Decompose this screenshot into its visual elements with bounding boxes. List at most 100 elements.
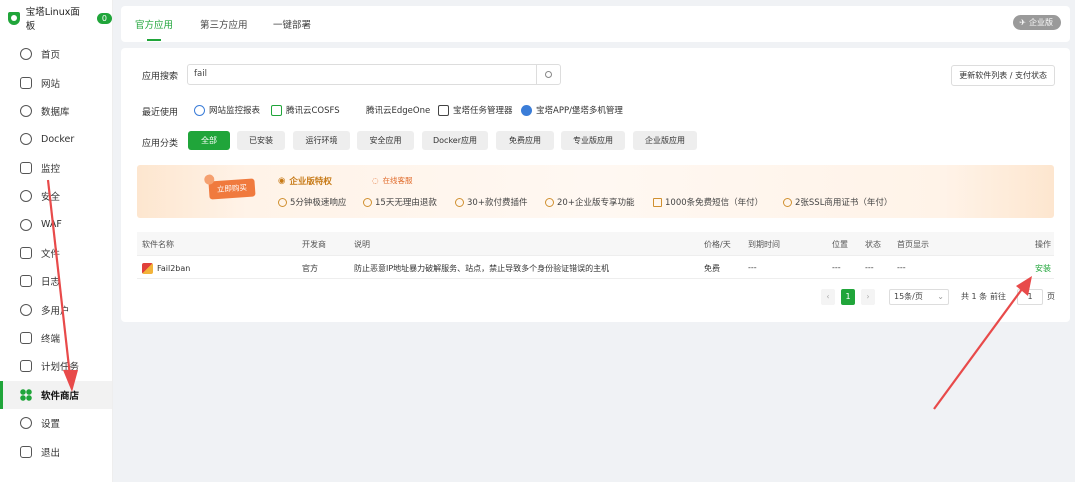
pagination: ‹ 1 › 15条/页 ⌄ 共 1 条 前往 1 页: [121, 289, 1070, 309]
edgeone-icon: [351, 105, 362, 116]
home-icon: [20, 48, 32, 61]
sidebar-item-terminal[interactable]: 终端: [0, 324, 112, 352]
next-page-button[interactable]: ›: [861, 289, 875, 305]
prev-page-button[interactable]: ‹: [821, 289, 835, 305]
chevron-down-icon: ⌄: [937, 292, 944, 301]
sidebar-item-cron[interactable]: 计划任务: [0, 352, 112, 380]
table-header: 软件名称 开发商 说明 价格/天 到期时间 位置 状态 首页显示 操作: [137, 232, 1054, 256]
folder-icon: [20, 246, 32, 259]
notification-badge[interactable]: 0: [96, 12, 112, 24]
sidebar-item-home[interactable]: 首页: [0, 40, 112, 68]
category-all[interactable]: 全部: [188, 131, 230, 150]
sidebar-item-security[interactable]: 安全: [0, 182, 112, 210]
buy-now-button[interactable]: 立即购买: [208, 178, 256, 200]
col-home-display: 首页显示: [897, 240, 929, 249]
col-name: 软件名称: [142, 240, 174, 249]
sidebar-item-waf[interactable]: WAF: [0, 210, 112, 238]
sidebar-item-app-store[interactable]: 软件商店: [0, 380, 112, 410]
current-page[interactable]: 1: [841, 289, 855, 305]
home-display-cell: ---: [897, 263, 906, 272]
update-software-list-button[interactable]: 更新软件列表 / 支付状态: [951, 65, 1055, 86]
category-security[interactable]: 安全应用: [357, 131, 414, 150]
enterprise-badge[interactable]: ✈ 企业版: [1013, 15, 1061, 30]
logout-icon: [20, 445, 32, 458]
rocket-icon: ✈: [1019, 18, 1026, 27]
sidebar-item-website[interactable]: 网站: [0, 68, 112, 96]
bt-app-icon: [521, 104, 532, 116]
description-cell: 防止恶意IP地址暴力破解服务、站点，禁止导致多个身份验证错误的主机: [354, 264, 610, 273]
site-monitor-icon: [194, 104, 205, 116]
feature-item: 15天无理由退款: [363, 196, 437, 208]
sidebar: 宝塔Linux面板 0 首页 网站 数据库 Docker 监控 安全 WAF 文…: [0, 0, 113, 482]
col-price: 价格/天: [704, 240, 731, 249]
tab-third-party-apps[interactable]: 第三方应用: [200, 17, 248, 31]
shield-icon: [20, 190, 32, 203]
ssl-icon: [783, 197, 792, 207]
app-store-icon: [20, 388, 32, 401]
app-store-panel: 应用搜索 fail 更新软件列表 / 支付状态 最近使用 网站监控报表 腾讯云C…: [121, 48, 1070, 322]
tab-one-click-deploy[interactable]: 一键部署: [273, 17, 311, 31]
recent-label: 最近使用: [142, 108, 179, 118]
page-size-select[interactable]: 15条/页 ⌄: [889, 289, 949, 305]
category-pro[interactable]: 专业版应用: [561, 131, 625, 150]
table-row: Fail2ban 官方 防止恶意IP地址暴力破解服务、站点，禁止导致多个身份验证…: [137, 257, 1054, 279]
users-icon: [20, 303, 32, 316]
banner-title: ◉ 企业版特权: [278, 176, 332, 187]
category-enterprise[interactable]: 企业版应用: [633, 131, 697, 150]
category-free[interactable]: 免费应用: [496, 131, 554, 150]
waf-icon: [20, 218, 32, 231]
category-installed[interactable]: 已安装: [237, 131, 285, 150]
goto-label: 前往: [990, 292, 1006, 301]
search-icon: [545, 71, 552, 78]
category-label: 应用分类: [142, 139, 179, 149]
log-icon: [20, 275, 32, 288]
sidebar-item-logs[interactable]: 日志: [0, 267, 112, 295]
recent-item-bt-app[interactable]: 宝塔APP/堡塔多机管理: [521, 104, 623, 116]
sidebar-item-monitor[interactable]: 监控: [0, 154, 112, 182]
vendor-cell: 官方: [302, 264, 318, 273]
feature-item: 5分钟极速响应: [278, 196, 346, 208]
col-vendor: 开发商: [302, 240, 326, 249]
search-label: 应用搜索: [142, 72, 179, 82]
recent-item-edgeone[interactable]: 腾讯云EdgeOne: [351, 104, 430, 116]
search-button[interactable]: [536, 65, 560, 84]
search-input[interactable]: fail: [187, 64, 561, 85]
database-icon: [20, 104, 32, 117]
sms-icon: [653, 197, 662, 207]
page-unit-label: 页: [1047, 292, 1055, 301]
diamond-icon: [545, 197, 554, 207]
baota-logo-icon: [8, 11, 20, 25]
calendar-icon: [20, 360, 32, 373]
category-runtime[interactable]: 运行环境: [293, 131, 350, 150]
page-input[interactable]: 1: [1017, 289, 1043, 305]
feature-item: 20+企业版专享功能: [545, 196, 634, 208]
recent-item-site-monitor[interactable]: 网站监控报表: [194, 104, 260, 116]
brand-name: 宝塔Linux面板: [25, 7, 80, 32]
sidebar-nav: 首页 网站 数据库 Docker 监控 安全 WAF 文件 日志 多用户 终端 …: [0, 40, 112, 466]
col-position: 位置: [832, 240, 848, 249]
feature-item: 2张SSL商用证书（年付）: [783, 196, 892, 208]
brand[interactable]: 宝塔Linux面板 0: [0, 0, 112, 36]
position-cell: ---: [832, 263, 841, 272]
install-button[interactable]: 安装: [1035, 263, 1051, 274]
category-docker[interactable]: Docker应用: [422, 131, 488, 150]
recent-item-cosfs[interactable]: 腾讯云COSFS: [271, 104, 340, 116]
status-cell: ---: [865, 263, 874, 272]
online-service-link[interactable]: ◌ 在线客服: [372, 175, 413, 186]
total-count: 共 1 条: [961, 292, 988, 301]
sidebar-item-database[interactable]: 数据库: [0, 97, 112, 125]
cosfs-icon: [271, 104, 282, 116]
feature-item: 30+款付费插件: [455, 196, 527, 208]
col-expire: 到期时间: [748, 240, 780, 249]
sidebar-item-docker[interactable]: Docker: [0, 125, 112, 153]
search-input-value: fail: [194, 69, 207, 79]
col-description: 说明: [354, 240, 370, 249]
app-name-cell[interactable]: Fail2ban: [142, 263, 190, 274]
sidebar-item-files[interactable]: 文件: [0, 239, 112, 267]
sidebar-item-logout[interactable]: 退出: [0, 437, 112, 465]
recent-item-task-manager[interactable]: 宝塔任务管理器: [438, 104, 513, 116]
tab-official-apps[interactable]: 官方应用: [135, 17, 173, 41]
sidebar-item-users[interactable]: 多用户: [0, 296, 112, 324]
sidebar-item-settings[interactable]: 设置: [0, 409, 112, 437]
enterprise-banner[interactable]: 立即购买 ◉ 企业版特权 ◌ 在线客服 5分钟极速响应 15天无理由退款 30+款付…: [137, 165, 1054, 218]
